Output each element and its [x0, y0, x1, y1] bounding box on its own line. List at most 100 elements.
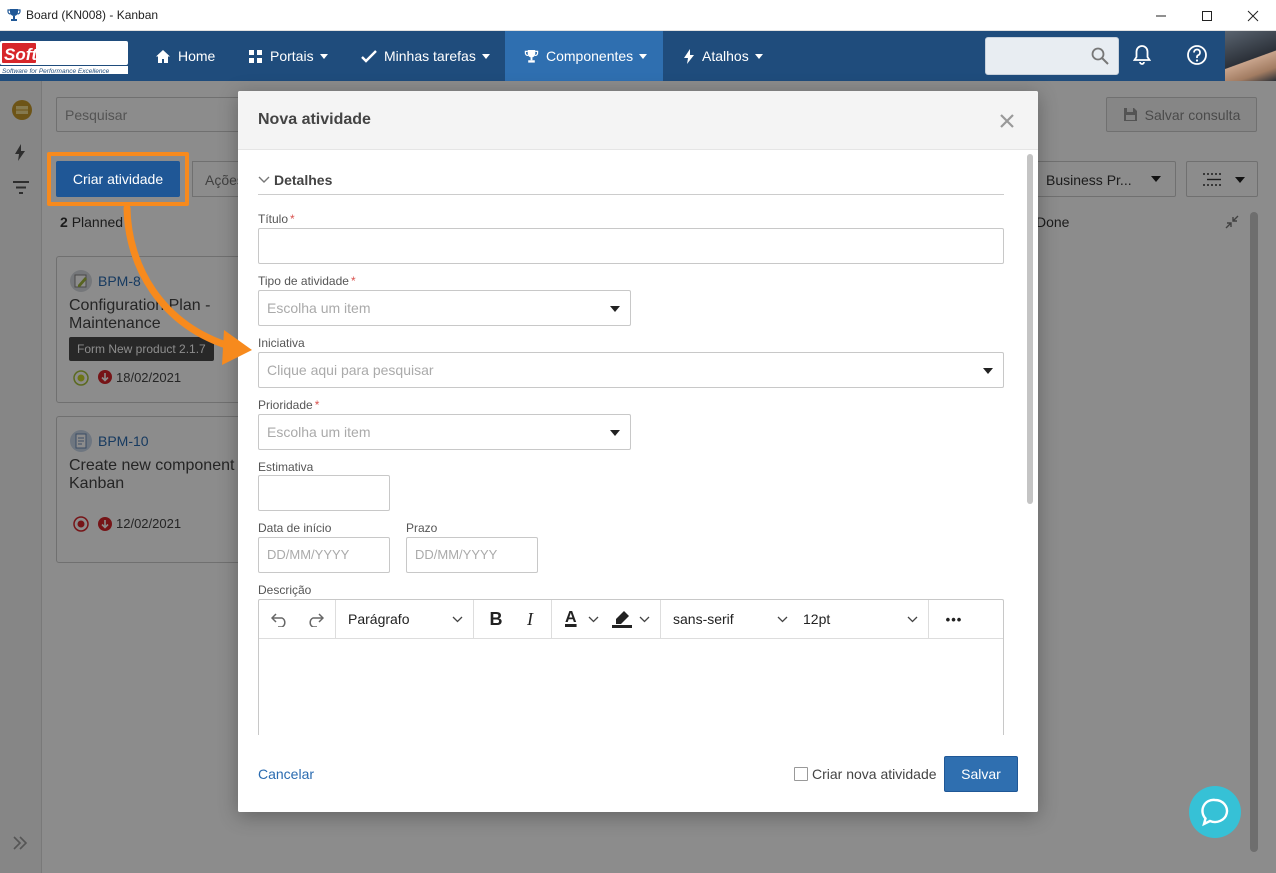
dialog-header: Nova atividade: [238, 91, 1038, 150]
highlight-color-button[interactable]: [608, 600, 656, 639]
close-icon: [1247, 10, 1259, 21]
description-editor: Parágrafo B I A sans-serif 12pt •••: [258, 599, 1004, 735]
nav-portais[interactable]: Portais: [248, 31, 328, 81]
activity-type-placeholder: Escolha um item: [267, 300, 371, 316]
bell-icon[interactable]: [1133, 44, 1151, 66]
grid-icon: [249, 49, 262, 63]
create-another-label: Criar nova atividade: [812, 766, 937, 782]
nav-portais-label: Portais: [270, 48, 314, 64]
font-color-button[interactable]: A: [560, 600, 604, 639]
create-activity-button[interactable]: Criar atividade: [56, 161, 180, 197]
priority-select[interactable]: Escolha um item: [258, 414, 631, 450]
start-date-label: Data de início: [258, 521, 332, 535]
help-icon[interactable]: [1186, 44, 1208, 66]
nav-componentes[interactable]: Componentes: [505, 31, 663, 81]
chevron-down-icon: [588, 616, 599, 623]
chevron-down-icon: [258, 176, 270, 183]
caret-down-icon: [983, 368, 993, 374]
font-size-select[interactable]: 12pt: [791, 600, 927, 639]
caret-down-icon: [610, 430, 620, 436]
editor-toolbar: Parágrafo B I A sans-serif 12pt •••: [259, 600, 1003, 639]
more-options-button[interactable]: •••: [933, 600, 975, 639]
bold-button[interactable]: B: [484, 600, 508, 639]
initiative-placeholder: Clique aqui para pesquisar: [267, 362, 434, 378]
minimize-icon: [1156, 15, 1166, 16]
window-title: Board (KN008) - Kanban: [26, 8, 159, 22]
priority-label: Prioridade *: [258, 398, 320, 412]
history-group: [259, 600, 336, 639]
nav-componentes-label: Componentes: [546, 48, 634, 64]
maximize-icon: [1202, 10, 1212, 21]
softexpert-logo: SoftExpert Software for Performance Exce…: [0, 41, 128, 75]
close-icon[interactable]: [998, 112, 1016, 130]
description-label: Descrição: [258, 583, 312, 597]
deadline-input[interactable]: DD/MM/YYYY: [406, 537, 538, 573]
minimize-button[interactable]: [1138, 0, 1184, 31]
expand-sidebar-icon[interactable]: [12, 836, 28, 850]
checkbox-box[interactable]: [794, 767, 808, 781]
italic-button[interactable]: I: [518, 600, 542, 639]
chevron-down-icon: [907, 616, 918, 623]
chat-bubble-icon: [1201, 798, 1229, 827]
text-style-group: B I: [474, 600, 552, 639]
nav-minhas-tarefas-label: Minhas tarefas: [384, 48, 476, 64]
user-avatar[interactable]: [1225, 31, 1276, 81]
window-titlebar: Board (KN008) - Kanban: [0, 0, 1276, 31]
svg-text:SoftExpert: SoftExpert: [4, 45, 91, 64]
nav-atalhos-label: Atalhos: [702, 48, 749, 64]
check-icon: [361, 49, 377, 63]
description-text-area[interactable]: [259, 640, 1003, 735]
undo-icon: [271, 612, 286, 627]
font-group: sans-serif 12pt: [661, 600, 929, 639]
section-divider: [258, 194, 1004, 195]
details-section-label: Detalhes: [274, 172, 333, 188]
search-icon: [1091, 47, 1109, 65]
nav-atalhos[interactable]: Atalhos: [683, 31, 763, 81]
svg-text:Software for Performance Excel: Software for Performance Excellence: [2, 68, 110, 75]
home-icon: [156, 49, 170, 63]
chat-button[interactable]: [1189, 786, 1241, 838]
close-window-button[interactable]: [1230, 0, 1276, 31]
priority-placeholder: Escolha um item: [267, 424, 371, 440]
activity-type-select[interactable]: Escolha um item: [258, 290, 631, 326]
dialog-title: Nova atividade: [258, 111, 371, 128]
app-header: SoftExpert Software for Performance Exce…: [0, 31, 1276, 81]
caret-down-icon: [754, 53, 763, 59]
highlighter-icon: [612, 611, 632, 628]
title-input[interactable]: [258, 228, 1004, 264]
maximize-button[interactable]: [1184, 0, 1230, 31]
trophy-icon: [524, 49, 539, 63]
estimate-input[interactable]: [258, 475, 390, 511]
title-label: Título *: [258, 212, 295, 226]
dialog-footer: Cancelar Criar nova atividade Salvar: [238, 735, 1038, 812]
chevron-down-icon: [452, 616, 463, 623]
initiative-search-select[interactable]: Clique aqui para pesquisar: [258, 352, 1004, 388]
block-format-select[interactable]: Parágrafo: [336, 600, 474, 639]
nav-minhas-tarefas[interactable]: Minhas tarefas: [361, 31, 490, 81]
cancel-link[interactable]: Cancelar: [258, 766, 314, 782]
start-date-input[interactable]: DD/MM/YYYY: [258, 537, 390, 573]
chevron-down-icon: [639, 616, 650, 623]
details-section-toggle[interactable]: Detalhes: [258, 172, 332, 188]
caret-down-icon: [481, 53, 490, 59]
caret-down-icon: [639, 53, 648, 59]
undo-button[interactable]: [267, 600, 293, 639]
initiative-label: Iniciativa: [258, 336, 305, 350]
font-family-value: sans-serif: [673, 611, 734, 627]
dialog-body: Detalhes Título * Tipo de atividade * Esco…: [238, 150, 1038, 735]
trophy-icon: [7, 9, 21, 21]
dialog-scrollbar[interactable]: [1027, 154, 1033, 504]
header-search-input[interactable]: [985, 37, 1119, 75]
save-button[interactable]: Salvar: [944, 756, 1018, 792]
font-family-select[interactable]: sans-serif: [661, 600, 791, 639]
deadline-label: Prazo: [406, 521, 438, 535]
create-another-checkbox[interactable]: Criar nova atividade: [794, 766, 937, 782]
chevron-down-icon: [777, 616, 788, 623]
nav-home-label: Home: [178, 48, 216, 64]
font-color-glyph: A: [565, 609, 577, 626]
block-format-value: Parágrafo: [348, 611, 410, 627]
color-group: A: [552, 600, 661, 639]
redo-button[interactable]: [302, 600, 328, 639]
bolt-icon: [684, 48, 694, 64]
nav-home[interactable]: Home: [155, 31, 215, 81]
